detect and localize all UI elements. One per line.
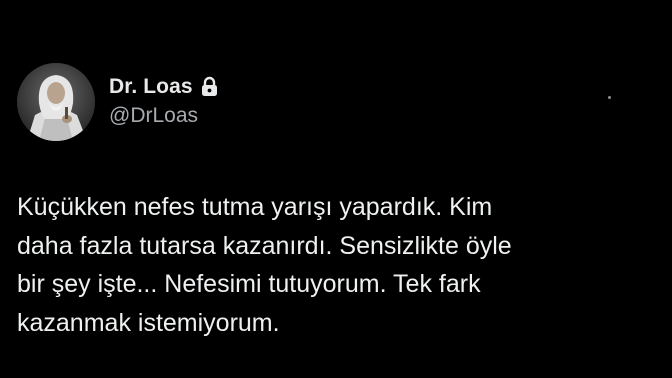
- tweet-text-line: daha fazla tutarsa kazanırdı. Sensizlikt…: [17, 231, 512, 260]
- display-name[interactable]: Dr. Loas: [109, 75, 193, 99]
- tweet-text-line: Küçükken nefes tutma yarışı yapardık. Ki…: [17, 193, 493, 221]
- tweet-card: Dr. Loas @DrLoas Küçükken nefes tutma ya…: [0, 0, 672, 378]
- tweet-text: Küçükken nefes tutma yarışı yapardık. Ki…: [17, 188, 617, 342]
- more-options-icon[interactable]: [608, 96, 611, 99]
- tweet-text-line: kazanmak istemiyorum.: [17, 308, 280, 337]
- author-handle[interactable]: @DrLoas: [109, 104, 198, 128]
- avatar[interactable]: [17, 63, 95, 141]
- tweet-text-line: bir şey işte... Nefesimi tutuyorum. Tek …: [17, 270, 481, 298]
- avatar-photo: [17, 63, 95, 141]
- lock-icon: [200, 76, 219, 98]
- author-name-row: Dr. Loas: [109, 74, 219, 100]
